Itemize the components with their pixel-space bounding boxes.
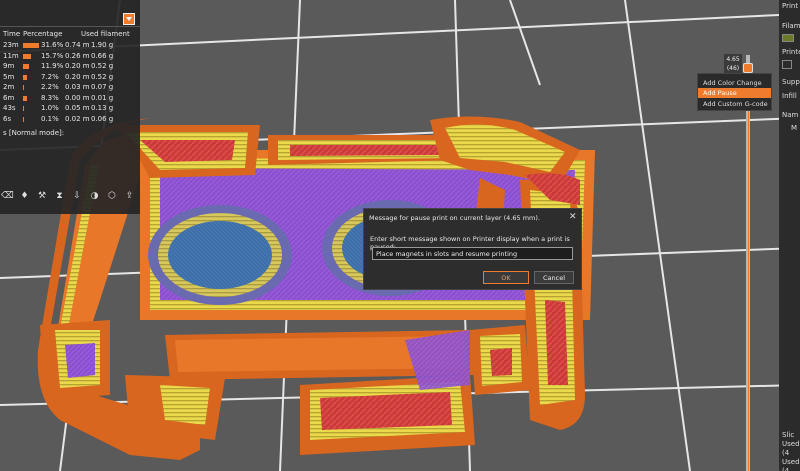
legend-time: 2m [3, 83, 15, 91]
filament-label: Filame [782, 22, 800, 30]
legend-row: 6m 8.3% 0.00 m 0.01 g [3, 94, 138, 104]
menu-item-add-pause[interactable]: Add Pause [698, 88, 771, 98]
legend-percent: 31.6% [41, 41, 64, 49]
pause-message-dialog: Message for pause print on current layer… [363, 208, 582, 290]
legend-length: 0.02 m [65, 114, 90, 123]
legend-percent-bar [23, 116, 24, 122]
legend-row: 43s 1.0% 0.05 m 0.13 g [3, 104, 138, 114]
legend-length: 0.74 m [65, 41, 90, 49]
legend-weight: 0.06 g [91, 114, 114, 123]
legend-time: 9m [3, 62, 15, 70]
legend-weight: 1.90 g [91, 41, 114, 49]
legend-time: 23m [3, 41, 19, 49]
layer-number-value: (46) [726, 65, 740, 72]
printer-icon[interactable] [782, 60, 792, 69]
dialog-title: Message for pause print on current layer… [369, 214, 540, 222]
printer-label: Printe [782, 48, 800, 56]
legend-time: 6m [3, 93, 15, 102]
layer-value-label: 4.65 (46) [724, 54, 742, 74]
legend-length: 0.03 m [65, 83, 90, 91]
3d-viewport[interactable]: Time Percentage Used filament 23m 31.6% 0.… [0, 0, 800, 471]
used-label-1: Used [782, 440, 800, 448]
legend-row: 9m 11.9% 0.20 m 0.52 g [3, 62, 138, 72]
export-icon[interactable]: ⇪ [124, 190, 136, 202]
legend-percent: 0.1% [41, 114, 59, 123]
mode-label: s [Normal mode]: [3, 129, 65, 137]
slider-context-menu: Add Color Change Add Pause Add Custom G-… [697, 73, 772, 111]
legend-weight: 0.01 g [91, 93, 114, 102]
legend-time: 11m [3, 51, 19, 60]
legend-percent-bar [23, 106, 24, 111]
legend-row: 2m 2.2% 0.03 m 0.07 g [3, 83, 138, 93]
menu-item-add-custom-gcode[interactable]: Add Custom G-code [698, 99, 771, 109]
close-icon[interactable]: ✕ [569, 212, 577, 222]
legend-time: 6s [3, 114, 12, 123]
legend-percent: 8.3% [41, 93, 59, 102]
pause-message-input[interactable] [372, 247, 573, 260]
cube-icon[interactable]: ⬡ [106, 190, 118, 202]
legend-row: 6s 0.1% 0.02 m 0.06 g [3, 115, 138, 125]
used-label-2: Used [782, 458, 800, 466]
legend-percent-bar [23, 74, 27, 80]
sliced-info-label: Slic [782, 431, 795, 439]
header-time: Time [3, 30, 21, 38]
infill-label: Infill [782, 92, 797, 100]
menu-item-add-color-change[interactable]: Add Color Change [698, 78, 771, 88]
settings-sidebar: Print s Filame Printe Suppo Infill Nam M… [779, 0, 800, 471]
legend-percent: 1.0% [41, 104, 59, 112]
legend-percent: 2.2% [41, 83, 59, 91]
checker-icon[interactable]: ◑ [89, 190, 101, 202]
legend-row: 11m 15.7% 0.26 m 0.66 g [3, 52, 138, 62]
hourglass-icon[interactable]: ⧗ [54, 190, 66, 202]
header-percentage: Percentage [23, 30, 63, 38]
legend-row: 5m 7.2% 0.20 m 0.52 g [3, 73, 138, 83]
legend-percent: 15.7% [41, 51, 64, 60]
legend-length: 0.20 m [65, 72, 90, 81]
used-value-2: (4 [782, 467, 790, 471]
legend-panel: Time Percentage Used filament 23m 31.6% 0.… [0, 0, 140, 214]
eraser-icon[interactable]: ⌫ [1, 190, 14, 202]
legend-column-headers: Time Percentage Used filament [3, 30, 138, 39]
legend-row: 23m 31.6% 0.74 m 1.90 g [3, 41, 138, 51]
object-list-item[interactable]: M [791, 124, 797, 132]
legend-percent: 7.2% [41, 72, 59, 81]
legend-length: 0.20 m [65, 62, 90, 70]
legend-weight: 0.52 g [91, 62, 114, 70]
legend-length: 0.05 m [65, 104, 90, 112]
legend-weight: 0.13 g [91, 104, 114, 112]
tool-icon[interactable]: ⚒ [36, 190, 48, 202]
legend-weight: 0.66 g [91, 51, 114, 60]
legend-weight: 0.07 g [91, 83, 114, 91]
legend-percent: 11.9% [41, 62, 64, 70]
legend-percent-bar [23, 43, 39, 48]
filament-color-swatch[interactable] [782, 34, 794, 42]
name-column-label: Nam [782, 111, 799, 119]
filament-icon[interactable]: ♦ [19, 190, 31, 202]
legend-toolbar: ⌫ ♦ ⚒ ⧗ ⇩ ◑ ⬡ ⇪ [0, 189, 140, 205]
layer-height-value: 4.65 [726, 56, 740, 63]
legend-weight: 0.52 g [91, 72, 114, 81]
legend-header-area [0, 0, 140, 27]
print-settings-label: Print s [782, 2, 800, 10]
cancel-button[interactable]: Cancel [534, 271, 574, 284]
legend-time: 5m [3, 72, 15, 81]
layer-slider-handle[interactable] [743, 63, 753, 73]
ok-button[interactable]: OK [483, 271, 529, 284]
legend-percent-bar [23, 64, 30, 69]
legend-percent-bar [23, 95, 28, 101]
legend-time: 43s [3, 104, 16, 112]
legend-length: 0.26 m [65, 51, 90, 60]
collapse-legend-button[interactable] [123, 13, 135, 25]
supports-label: Suppo [782, 78, 800, 86]
legend-length: 0.00 m [65, 93, 90, 102]
used-value-1: (4 [782, 449, 790, 457]
layer-slider-fill [748, 68, 749, 471]
legend-percent-bar [23, 53, 31, 59]
extrude-icon[interactable]: ⇩ [71, 190, 83, 202]
legend-percent-bar [23, 85, 25, 90]
header-used-filament: Used filament [81, 30, 130, 38]
